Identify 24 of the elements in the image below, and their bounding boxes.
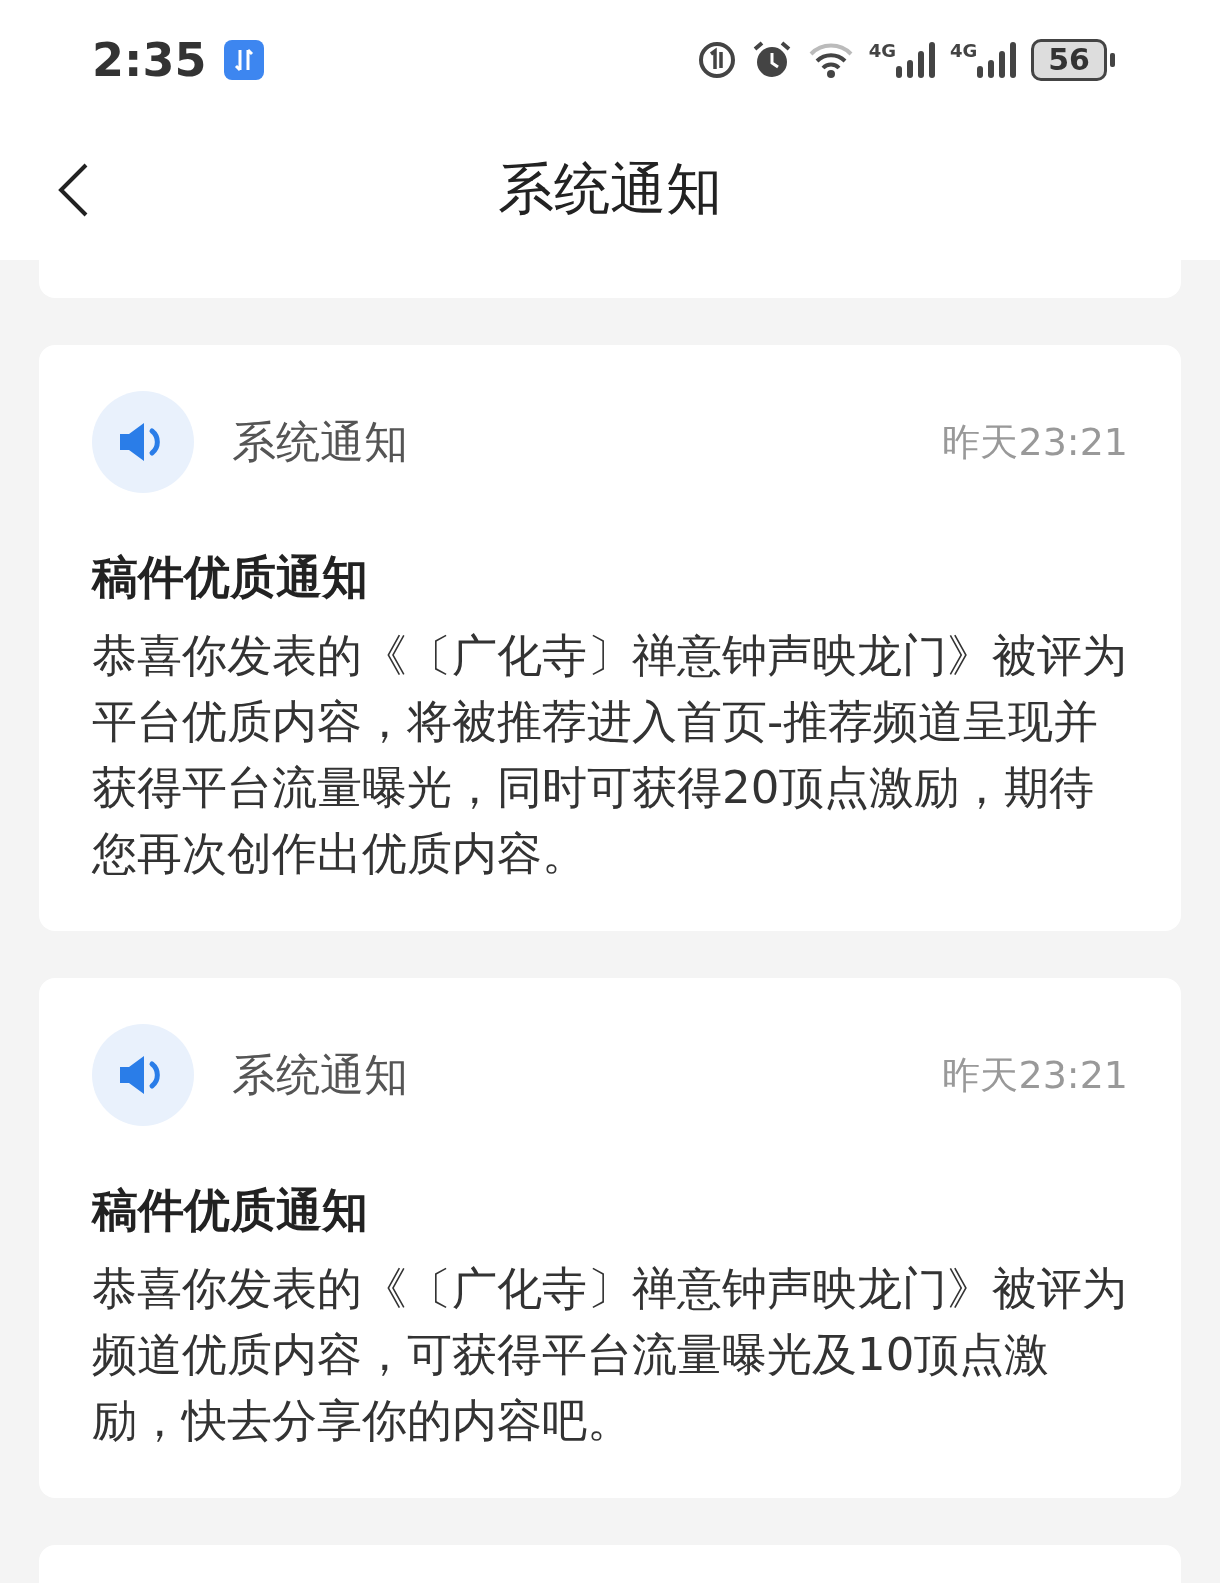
back-chevron-icon (56, 162, 90, 218)
network-type-label: 4G (949, 42, 978, 60)
battery-tip-icon (1110, 53, 1115, 67)
speaker-icon (92, 391, 194, 493)
notification-card[interactable]: 系统通知 昨天23:21 稿件优质通知 恭喜你发表的《〔广化寺〕禅意钟声映龙门》被评为平台优质内容，将被推荐进入首页-推荐频道呈现并获得平台流量曝光，同时可获得20顶点激励，期待您再次创作出优质内容。 (39, 345, 1181, 931)
notification-source: 系统通知 (232, 1047, 409, 1102)
battery-level: 56 (1031, 39, 1107, 81)
notification-time: 昨天23:21 (942, 418, 1128, 466)
data-transfer-icon (224, 40, 265, 80)
notification-time: 昨天23:21 (942, 1051, 1128, 1099)
speaker-icon (92, 1024, 194, 1126)
network-type-label: 4G (868, 42, 896, 60)
notification-card[interactable]: 系统通知 昨天23:21 稿件优质通知 恭喜你发表的《〔广化寺〕禅意钟声映龙门》被评为频道优质内容，可获得平台流量曝光及10顶点激励，快去分享你的内容吧。 (39, 978, 1181, 1498)
notification-body: 恭喜你发表的《〔广化寺〕禅意钟声映龙门》被评为频道优质内容，可获得平台流量曝光及10顶点激励，快去分享你的内容吧。 (92, 1261, 1128, 1449)
notification-title: 稿件优质通知 (92, 549, 369, 606)
status-time: 2:35 (92, 33, 207, 87)
signal-bars-icon (977, 42, 1018, 78)
data-saver-icon (696, 40, 737, 80)
notification-body: 恭喜你发表的《〔广化寺〕禅意钟声映龙门》被评为平台优质内容，将被推荐进入首页-推荐频道呈现并获得平台流量曝光，同时可获得20顶点激励，期待您再次创作出优质内容。 (92, 628, 1128, 882)
notification-title: 稿件优质通知 (92, 1182, 369, 1239)
back-button[interactable] (56, 162, 90, 218)
signal-bars-icon (895, 42, 936, 78)
notification-source: 系统通知 (232, 414, 409, 469)
page-title: 系统通知 (498, 155, 722, 223)
